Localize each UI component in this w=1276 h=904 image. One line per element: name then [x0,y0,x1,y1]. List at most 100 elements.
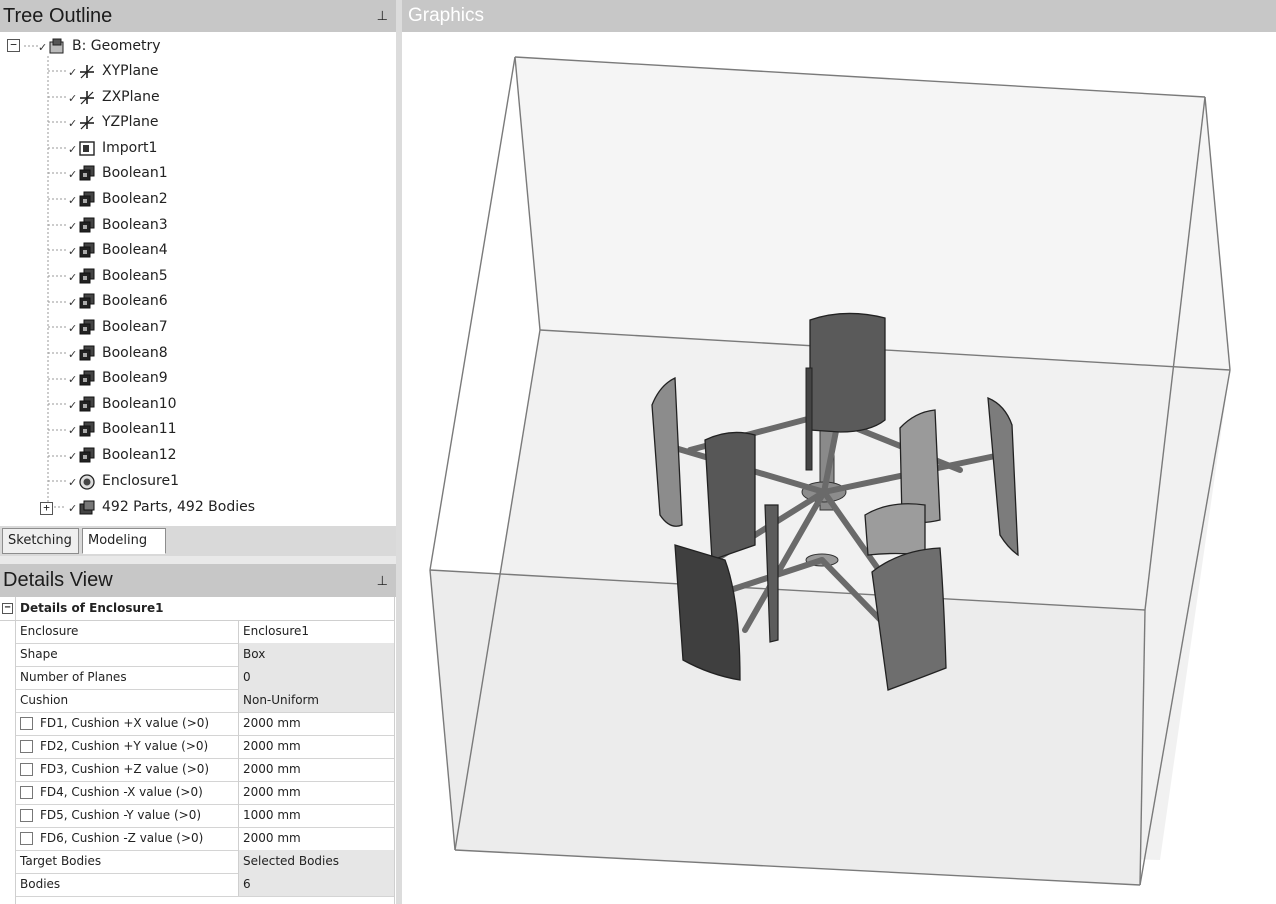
details-row[interactable]: Bodies 6 [16,873,394,897]
tree-item-label: ZXPlane [102,88,160,105]
checkmark-icon: ✓ [68,270,78,284]
details-group-header[interactable]: − Details of Enclosure1 [0,597,394,621]
boolean-icon [79,396,95,412]
graphics-viewport[interactable] [402,32,1276,904]
graphics-title: Graphics [402,0,1276,32]
details-value[interactable]: 2000 mm [238,712,394,735]
tree-item-label: Boolean12 [102,447,177,463]
checkmark-icon: ✓ [68,373,78,387]
checkmark-icon: ✓ [68,142,78,156]
details-value[interactable]: Box [238,643,394,666]
checkmark-icon: ✓ [68,91,78,105]
details-key: FD1, Cushion +X value (>0) [40,716,210,730]
details-row[interactable]: FD2, Cushion +Y value (>0) 2000 mm [16,735,394,759]
boolean-icon [79,242,95,258]
tab-sketching[interactable]: Sketching [2,528,79,554]
boolean-icon [79,370,95,386]
boolean-icon [79,345,95,361]
parameter-checkbox[interactable] [20,786,33,799]
details-value[interactable]: Selected Bodies [238,850,394,873]
details-key: Number of Planes [20,670,127,684]
tree-item-label: Boolean5 [102,267,168,284]
details-row[interactable]: FD6, Cushion -Z value (>0) 2000 mm [16,827,394,851]
tree-item-label: Boolean8 [102,344,168,361]
checkmark-icon: ✓ [68,117,78,131]
checkmark-icon: ✓ [68,424,78,438]
details-value[interactable]: Non-Uniform [238,689,394,712]
checkmark-icon: ✓ [68,219,78,233]
details-value[interactable]: 2000 mm [238,781,394,804]
details-row[interactable]: FD1, Cushion +X value (>0) 2000 mm [16,712,394,736]
model-view [429,56,1231,886]
tree-item-label: Boolean9 [102,370,168,387]
checkmark-icon: ✓ [38,41,48,54]
details-value[interactable]: 6 [238,873,394,896]
blade-top [809,312,886,433]
details-row[interactable]: Cushion Non-Uniform [16,689,394,713]
details-key: Bodies [20,877,61,891]
details-row[interactable]: Shape Box [16,643,394,667]
boolean-icon [79,217,95,233]
plane-icon [80,116,94,130]
tab-modeling[interactable]: Modeling [82,528,166,554]
graphics-title-text: Graphics [408,5,485,26]
checkmark-icon: ✓ [68,475,78,489]
parameter-checkbox[interactable] [20,763,33,776]
boolean-icon [79,268,95,284]
bodies-icon [79,500,95,515]
details-row[interactable]: Target Bodies Selected Bodies [16,850,394,874]
tree-item-label: XYPlane [102,63,159,79]
details-key: FD2, Cushion +Y value (>0) [40,739,209,753]
checkmark-icon: ✓ [68,322,78,335]
details-row[interactable]: FD4, Cushion -X value (>0) 2000 mm [16,781,394,805]
boolean-icon [79,421,95,437]
tree-item-label: Boolean11 [102,421,177,438]
pin-icon[interactable]: ⊥ [377,0,388,32]
tree-outline: − ✓ B: Geometry ✓ XYPlane ✓ ZXPlane ✓ YZPlane… [0,32,396,526]
tree-item-label: 492 Parts, 492 Bodies [102,499,256,515]
plane-icon [80,65,94,79]
checkmark-icon: ✓ [68,194,78,207]
details-group-label: Details of Enclosure1 [20,601,164,615]
panel-splitter[interactable] [0,556,396,564]
plane-icon [80,90,94,105]
tree-item-label: Boolean3 [102,216,168,233]
checkmark-icon: ✓ [68,347,78,361]
details-row[interactable]: Number of Planes 0 [16,666,394,690]
enclosure-bottom-face [430,570,1145,885]
tree-item-label: YZPlane [102,114,159,131]
details-value[interactable]: 2000 mm [238,758,394,781]
collapse-details-button[interactable]: − [2,603,13,614]
parameter-checkbox[interactable] [20,832,33,845]
details-view-title: Details View ⊥ [0,564,396,597]
pin-icon[interactable]: ⊥ [377,564,388,597]
tree-item-label: Boolean10 [102,395,177,412]
details-value[interactable]: 1000 mm [238,804,394,827]
tree-item-label: Boolean1 [102,165,168,182]
details-value[interactable]: 2000 mm [238,827,394,850]
details-value[interactable]: 0 [238,666,394,689]
details-value[interactable]: Enclosure1 [238,620,394,643]
tree-connector-lines [24,45,66,508]
checkmark-icon: ✓ [68,398,78,412]
tree-item-label: B: Geometry [72,38,161,54]
parameter-checkbox[interactable] [20,740,33,753]
details-row[interactable]: FD3, Cushion +Z value (>0) 2000 mm [16,758,394,782]
tree-item-label: Boolean7 [102,319,168,335]
parameter-checkbox[interactable] [20,809,33,822]
blade-top-front [805,367,813,471]
details-view-title-text: Details View [3,569,113,591]
expand-parts-button[interactable]: + [40,502,53,515]
parameter-checkbox[interactable] [20,717,33,730]
blade-center-right [864,503,926,556]
details-key: FD5, Cushion -Y value (>0) [40,808,202,822]
boolean-icon [79,293,95,309]
boolean-icon [79,319,95,335]
details-row[interactable]: Enclosure Enclosure1 [16,620,394,644]
details-table: − Details of Enclosure1 Enclosure Enclosu… [0,597,396,904]
collapse-geometry-button[interactable]: − [7,39,20,52]
details-row[interactable]: FD5, Cushion -Y value (>0) 1000 mm [16,804,394,828]
tab-bar: Sketching Modeling [0,526,396,556]
details-value[interactable]: 2000 mm [238,735,394,758]
blade-left-inner [704,431,756,561]
